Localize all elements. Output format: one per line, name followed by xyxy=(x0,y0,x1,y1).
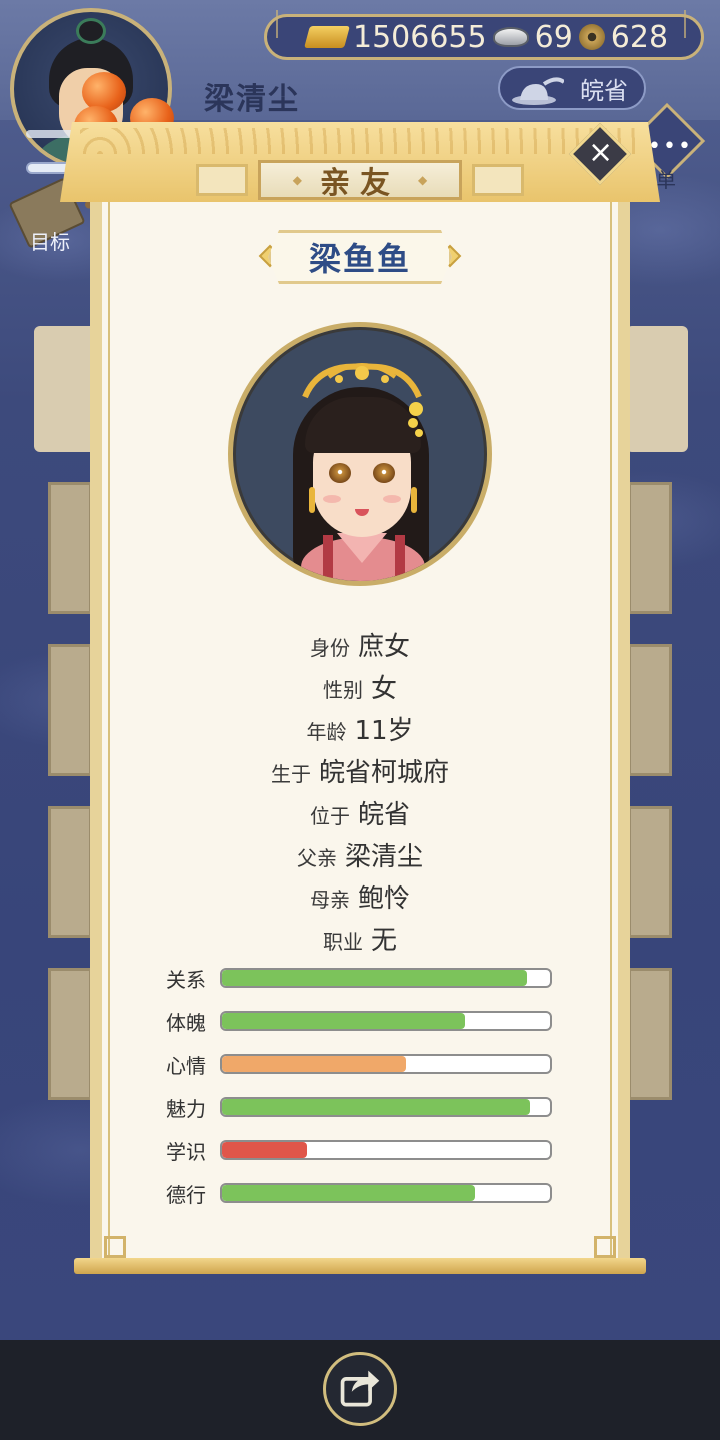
gold-ingot-icon xyxy=(304,26,350,48)
more-dots-icon: ••• xyxy=(648,134,693,159)
bg-card-left-top xyxy=(34,326,96,452)
stat-mood: 心情 xyxy=(166,1052,556,1078)
stat-fill xyxy=(222,970,528,986)
bg-card-right-1 xyxy=(628,482,672,614)
bg-card-left-1 xyxy=(48,482,92,614)
share-button[interactable] xyxy=(323,1352,397,1426)
target-label: 目标 xyxy=(30,230,70,254)
corner-decor xyxy=(594,1236,616,1258)
info-row-gender: 性别女 xyxy=(322,674,397,704)
official-hat-icon xyxy=(512,77,564,105)
cloud-pattern-decor xyxy=(80,128,640,154)
stat-track xyxy=(220,1140,552,1160)
info-row-father: 父亲 梁清尘 xyxy=(296,842,423,872)
stat-fill xyxy=(222,1013,465,1029)
silver-amount: 69 xyxy=(534,19,573,55)
stat-virtue: 德行 xyxy=(166,1181,556,1207)
region-button[interactable]: 皖省 xyxy=(498,66,646,110)
stat-track xyxy=(220,1183,552,1203)
corner-decor xyxy=(104,1236,126,1258)
copper-coin-icon xyxy=(578,24,605,50)
info-row-birthplace: 生于 皖省柯城府 xyxy=(270,758,449,788)
info-row-mother: 母亲 鲍怜 xyxy=(309,884,410,914)
info-row-age: 年龄 11岁 xyxy=(306,716,414,746)
bamboo-decor-icon xyxy=(276,10,296,38)
bg-card-right-4 xyxy=(628,968,672,1100)
stat-track xyxy=(220,968,552,988)
bg-card-left-4 xyxy=(48,968,92,1100)
stat-fill xyxy=(222,1056,406,1072)
header-decor-box xyxy=(472,164,524,196)
stat-fill xyxy=(222,1142,308,1158)
region-label: 皖省 xyxy=(580,76,628,105)
dialog-title-plaque: ◆ 亲友 ◆ xyxy=(258,160,462,201)
stat-physique: 体魄 xyxy=(166,1009,556,1035)
stat-knowledge: 学识 xyxy=(166,1138,556,1164)
character-portrait xyxy=(228,322,492,586)
bg-card-right-top xyxy=(626,326,688,452)
stat-relationship: 关系 xyxy=(166,966,556,992)
currency-bar: 1506655 69 628 xyxy=(264,14,704,60)
stat-charm: 魅力 xyxy=(166,1095,556,1121)
character-name-plaque: 梁鱼鱼 xyxy=(268,230,452,284)
share-icon xyxy=(340,1370,380,1407)
close-icon[interactable]: × xyxy=(588,136,613,170)
stat-track xyxy=(220,1054,552,1074)
info-row-occupation: 职业无 xyxy=(322,926,397,956)
dialog-bottom-rod xyxy=(74,1258,646,1274)
stat-track xyxy=(220,1097,552,1117)
player-name: 梁清尘 xyxy=(204,82,300,117)
dialog-title: 亲友 xyxy=(320,166,400,201)
header-decor-box xyxy=(196,164,248,196)
stat-fill xyxy=(222,1099,531,1115)
gold-amount: 1506655 xyxy=(353,19,487,55)
stat-track xyxy=(220,1011,552,1031)
character-name: 梁鱼鱼 xyxy=(308,240,411,278)
coin-amount: 628 xyxy=(610,19,669,55)
silver-ingot-icon xyxy=(492,27,529,47)
bamboo-decor-icon xyxy=(684,10,704,38)
stat-fill xyxy=(222,1185,475,1201)
info-row-identity: 身份 庶女 xyxy=(309,632,410,662)
info-row-location: 位于 皖省 xyxy=(309,800,410,830)
